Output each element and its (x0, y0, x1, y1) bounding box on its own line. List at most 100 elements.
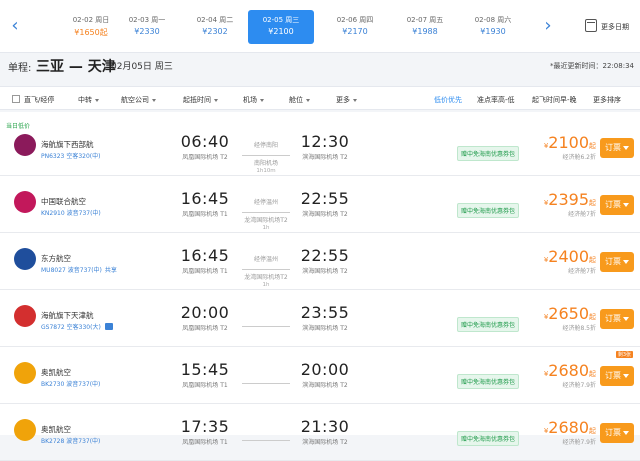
price-suffix: 起 (589, 370, 596, 378)
book-button[interactable]: 订票 (600, 252, 634, 272)
sort-dep-early[interactable]: 起飞时间早-晚 (532, 95, 577, 105)
dep-time: 16:45 (180, 189, 230, 208)
book-button[interactable]: 订票 (600, 195, 634, 215)
filter-dep-time[interactable]: 起抵时间 (183, 95, 218, 105)
plane-type: 波音737(中) (67, 267, 102, 274)
book-label: 订票 (605, 143, 621, 152)
price: ¥2100起 经济舱6.2折 (544, 133, 596, 161)
airline-logo-icon (14, 362, 36, 384)
departure: 16:45 凤凰国际机场 T1 (176, 246, 234, 275)
route-line (242, 212, 290, 213)
date-tab[interactable]: 02-07 周五 ¥1988 (392, 10, 458, 44)
airline-logo-icon (14, 305, 36, 327)
filter-bar: 直飞/经停 中转 航空公司 起抵时间 机场 舱位 更多 低价优先 准点率高-低 … (0, 86, 640, 110)
plane-type: 波音737(中) (66, 438, 101, 445)
dep-airport: 凤凰国际机场 T1 (182, 268, 228, 275)
sort-ontime-label: 准点率高-低 (477, 96, 515, 104)
plane-type: 波音737(中) (66, 381, 101, 388)
date-tab-date-weekday: 02-07 周五 (392, 15, 458, 25)
more-dates-button[interactable]: 更多日期 (582, 14, 638, 42)
price-suffix: 起 (589, 256, 596, 264)
price-value: 2400 (548, 247, 589, 266)
book-label: 订票 (605, 257, 621, 266)
route-middle: 经停温州 龙湾国际机场T2 1h (240, 197, 292, 231)
next-dates-arrow-icon[interactable]: › (539, 16, 557, 36)
airline-name: 海航旗下天津航 (41, 311, 94, 320)
direct-checkbox[interactable] (12, 95, 20, 103)
promo-badge: 赠中免海南优惠券包 (457, 146, 520, 161)
book-label: 订票 (605, 314, 621, 323)
book-button[interactable]: 订票 (600, 366, 634, 386)
route-middle: 经停南阳 南阳机场 1h10m (240, 140, 292, 174)
book-button[interactable]: 订票 (600, 423, 634, 443)
flight-row[interactable]: 奥凯航空 BK2728 波音737(中) 17:35 凤凰国际机场 T1 21:30 滨海… (0, 407, 640, 461)
date-tab-date-weekday: 02-04 周二 (182, 15, 248, 25)
discount-label: 经济舱7折 (568, 268, 596, 275)
dep-time: 15:45 (180, 360, 230, 379)
more-dates-label: 更多日期 (601, 23, 629, 31)
route-cities: 三亚 — 天津 (36, 59, 116, 75)
arrival: 22:55 滨海国际机场 T2 (296, 189, 354, 218)
sort-dep-early-label: 起飞时间早-晚 (532, 96, 577, 104)
date-tab-price: ¥1988 (412, 27, 438, 36)
arrival: 21:30 滨海国际机场 T2 (296, 417, 354, 446)
filter-airport[interactable]: 机场 (243, 95, 264, 105)
filter-airline[interactable]: 航空公司 (121, 95, 156, 105)
flight-number: BK2730 波音737(中) (41, 379, 100, 388)
date-tab-date: 02-04 (196, 16, 218, 24)
filter-airline-label: 航空公司 (121, 96, 149, 104)
date-tab-price: ¥1930 (480, 27, 506, 36)
filter-more[interactable]: 更多 (336, 95, 357, 105)
date-tab[interactable]: 02-04 周二 ¥2302 (182, 10, 248, 44)
seats-left-badge: 剩3张 (615, 351, 633, 358)
book-label: 订票 (605, 371, 621, 380)
price-value: 2395 (548, 190, 589, 209)
route-middle (240, 311, 292, 337)
filter-cabin-label: 舱位 (289, 96, 303, 104)
filter-transfer[interactable]: 中转 (78, 95, 99, 105)
book-button[interactable]: 订票 (600, 138, 634, 158)
price: ¥2680起 经济舱7.9折 (544, 361, 596, 389)
date-tab[interactable]: 02-03 周一 ¥2330 (114, 10, 180, 44)
date-tab-weekday: 周五 (429, 16, 444, 24)
flight-row[interactable]: 东方航空 MU8027 波音737(中) 共享 16:45 凤凰国际机场 T1 经停温州龙… (0, 236, 640, 290)
date-strip: ‹ 02-02 周日 ¥1650起 02-03 周一 ¥2330 02-04 周二 ¥23… (0, 0, 640, 53)
date-tab[interactable]: 02-08 周六 ¥1930 (460, 10, 526, 44)
price: ¥2650起 经济舱8.5折 (544, 304, 596, 332)
arr-time: 12:30 (300, 132, 350, 151)
date-tab-date-weekday: 02-08 周六 (460, 15, 526, 25)
stopover-label: 经停温州 (253, 256, 278, 263)
sort-ontime[interactable]: 准点率高-低 (477, 95, 515, 105)
date-tab[interactable]: 02-06 周四 ¥2170 (322, 10, 388, 44)
flight-row[interactable]: 奥凯航空 BK2730 波音737(中) 15:45 凤凰国际机场 T1 20:00 滨海… (0, 350, 640, 404)
filter-dep-time-label: 起抵时间 (183, 96, 211, 104)
flight-row[interactable]: 中国联合航空 KN2910 波音737(中) 16:45 凤凰国际机场 T1 经停温州龙… (0, 179, 640, 233)
filter-direct-label: 直飞/经停 (24, 96, 55, 104)
sort-more[interactable]: 更多排序 (593, 95, 621, 105)
stopover-airport: 南阳机场 (253, 160, 278, 167)
date-tab-weekday: 周四 (359, 16, 374, 24)
airline-name: 海航旗下西部航 (41, 140, 94, 149)
flight-row[interactable]: 海航旗下天津航 GS7872 空客330(大) 20:00 凤凰国际机场 T2 23:5… (0, 293, 640, 347)
date-tab-date-weekday: 02-03 周一 (114, 15, 180, 25)
flight-row[interactable]: 海航旗下西部航 PN6323 空客320(中) 06:40 凤凰国际机场 T2 经停南阳… (0, 122, 640, 176)
date-tab-price: ¥2330 (134, 27, 160, 36)
price: ¥2680起 经济舱7.9折 (544, 418, 596, 446)
stopover-duration: 1h10m (256, 168, 276, 174)
discount-label: 经济舱7折 (568, 211, 596, 218)
date-tab-date-weekday: 02-05 周三 (248, 15, 314, 25)
arr-airport: 滨海国际机场 T2 (302, 268, 348, 275)
sort-low-price[interactable]: 低价优先 (434, 95, 462, 105)
promo-badge: 赠中免海南优惠券包 (457, 374, 520, 389)
date-tab[interactable]: 02-05 周三 ¥2100 (248, 10, 314, 44)
discount-label: 经济舱6.2折 (562, 154, 596, 161)
date-tab-price: ¥2170 (342, 27, 368, 36)
date-tab-date: 02-07 (406, 16, 428, 24)
filter-more-label: 更多 (336, 96, 350, 104)
prev-dates-arrow-icon[interactable]: ‹ (6, 16, 24, 36)
flight-list: 当日低价 海航旗下西部航 PN6323 空客320(中) 06:40 凤凰国际机场 T… (0, 112, 640, 461)
arrival: 12:30 滨海国际机场 T2 (296, 132, 354, 161)
book-button[interactable]: 订票 (600, 309, 634, 329)
filter-direct[interactable]: 直飞/经停 (24, 95, 54, 105)
filter-cabin[interactable]: 舱位 (289, 95, 310, 105)
